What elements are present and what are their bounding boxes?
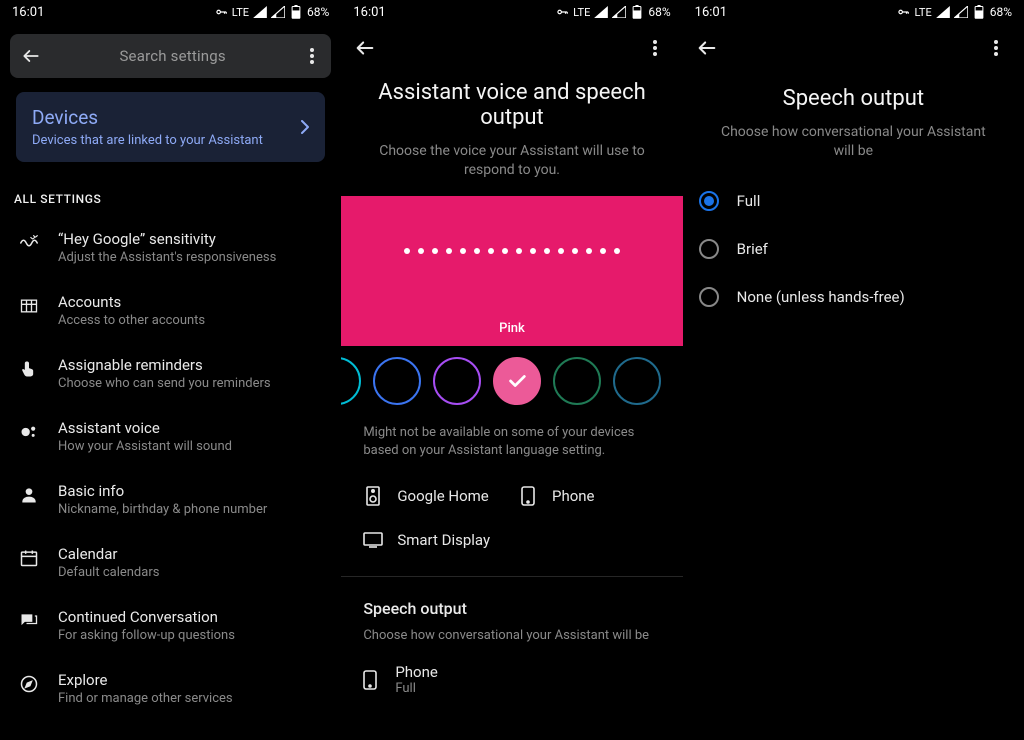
signal-icon xyxy=(594,6,608,18)
compass-icon xyxy=(18,673,40,695)
back-icon[interactable] xyxy=(353,36,377,60)
speaker-icon xyxy=(363,486,383,506)
status-net: LTE xyxy=(914,6,931,19)
phone-icon xyxy=(363,670,377,690)
status-time: 16:01 xyxy=(353,5,385,20)
overflow-menu-icon[interactable] xyxy=(984,36,1008,60)
status-bar: 16:01 LTE 68% xyxy=(0,0,341,24)
assistant-voice-item[interactable]: Assistant voiceHow your Assistant will s… xyxy=(0,405,341,468)
search-bar[interactable]: Search settings xyxy=(10,34,331,78)
finger-touch-icon xyxy=(18,358,40,380)
vpn-key-icon xyxy=(555,5,569,19)
chat-icon xyxy=(18,610,40,632)
status-net: LTE xyxy=(232,6,249,19)
grid-icon xyxy=(18,295,40,317)
settings-pane: 16:01 LTE 68% Search settings Devices xyxy=(0,0,341,740)
status-battery: 68% xyxy=(648,5,670,19)
radio-icon xyxy=(699,239,719,259)
availability-note: Might not be available on some of your d… xyxy=(341,416,682,474)
overflow-menu-icon[interactable] xyxy=(303,48,321,64)
overflow-menu-icon[interactable] xyxy=(643,36,667,60)
voice-swatch-cyan[interactable] xyxy=(341,357,361,405)
assignable-reminders-item[interactable]: Assignable remindersChoose who can send … xyxy=(0,342,341,405)
page-description: Choose the voice your Assistant will use… xyxy=(341,138,682,196)
person-icon xyxy=(18,484,40,506)
status-net: LTE xyxy=(573,6,590,19)
speech-output-sub: Choose how conversational your Assistant… xyxy=(341,624,682,653)
device-phone: Phone xyxy=(512,474,667,518)
vpn-key-icon xyxy=(896,5,910,19)
device-smart-display: Smart Display xyxy=(357,518,512,562)
signal-icon xyxy=(253,6,267,18)
status-bar: 16:01 LTE 68% xyxy=(341,0,682,24)
all-settings-header: ALL SETTINGS xyxy=(0,180,341,216)
option-none[interactable]: None (unless hands-free) xyxy=(683,273,1024,321)
continued-conversation-item[interactable]: Continued ConversationFor asking follow-… xyxy=(0,594,341,657)
accounts-item[interactable]: AccountsAccess to other accounts xyxy=(0,279,341,342)
voice-pane: 16:01 LTE 68% Assistant voice and speech… xyxy=(341,0,682,740)
basic-info-item[interactable]: Basic infoNickname, birthday & phone num… xyxy=(0,468,341,531)
speech-output-label: Speech output xyxy=(341,576,682,624)
option-brief[interactable]: Brief xyxy=(683,225,1024,273)
speech-output-pane: 16:01 LTE 68% Speech output Choose how c… xyxy=(683,0,1024,740)
voice-preview-box[interactable]: Pink xyxy=(341,196,682,346)
voice-swatch-pink[interactable] xyxy=(493,357,541,405)
calendar-icon xyxy=(18,547,40,569)
waveform-dots xyxy=(404,248,620,254)
explore-item[interactable]: ExploreFind or manage other services xyxy=(0,657,341,720)
devices-card[interactable]: Devices Devices that are linked to your … xyxy=(16,92,325,162)
display-icon xyxy=(363,530,383,550)
voice-label: Pink xyxy=(341,321,682,336)
status-time: 16:01 xyxy=(695,5,727,20)
devices-subtitle: Devices that are linked to your Assistan… xyxy=(32,133,263,148)
battery-icon xyxy=(289,5,303,19)
status-bar: 16:01 LTE 68% xyxy=(683,0,1024,24)
page-title: Speech output xyxy=(683,68,1024,119)
option-full[interactable]: Full xyxy=(683,177,1024,225)
radio-icon xyxy=(699,191,719,211)
wave-icon xyxy=(18,232,40,254)
search-placeholder: Search settings xyxy=(56,47,289,65)
chevron-right-icon xyxy=(301,120,309,134)
back-icon[interactable] xyxy=(20,46,42,66)
signal-icon xyxy=(612,6,626,18)
device-google-home: Google Home xyxy=(357,474,512,518)
voice-swatch-blue[interactable] xyxy=(373,357,421,405)
radio-icon xyxy=(699,287,719,307)
status-battery: 68% xyxy=(307,5,329,19)
devices-title: Devices xyxy=(32,106,263,129)
status-time: 16:01 xyxy=(12,5,44,20)
voice-swatch-teal[interactable] xyxy=(613,357,661,405)
signal-icon xyxy=(936,6,950,18)
vpn-key-icon xyxy=(214,5,228,19)
signal-icon xyxy=(954,6,968,18)
voice-swatch-purple[interactable] xyxy=(433,357,481,405)
battery-icon xyxy=(630,5,644,19)
voice-swatch-green[interactable] xyxy=(553,357,601,405)
status-battery: 68% xyxy=(990,5,1012,19)
signal-icon xyxy=(271,6,285,18)
back-icon[interactable] xyxy=(695,36,719,60)
voice-swatches xyxy=(341,346,682,416)
calendar-item[interactable]: CalendarDefault calendars xyxy=(0,531,341,594)
phone-icon xyxy=(518,486,538,506)
battery-icon xyxy=(972,5,986,19)
page-description: Choose how conversational your Assistant… xyxy=(683,119,1024,177)
page-title: Assistant voice and speech output xyxy=(341,68,682,138)
sensitivity-item[interactable]: “Hey Google” sensitivityAdjust the Assis… xyxy=(0,216,341,279)
speech-output-phone[interactable]: Phone Full xyxy=(341,653,682,696)
assistant-dots-icon xyxy=(18,421,40,443)
